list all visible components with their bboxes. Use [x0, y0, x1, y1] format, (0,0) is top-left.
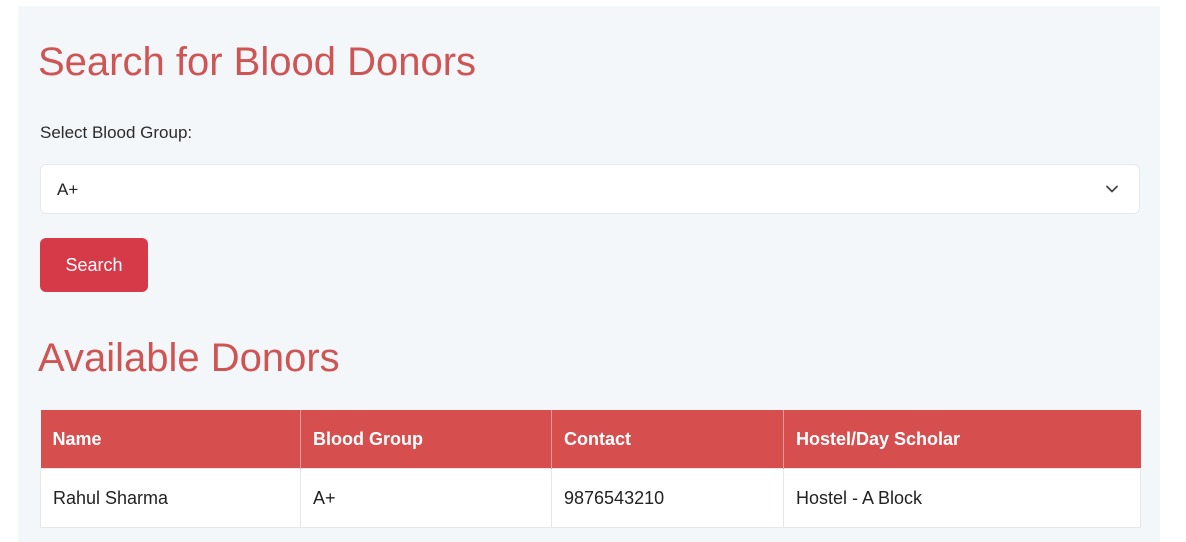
- cell-hostel: Hostel - A Block: [783, 468, 1141, 528]
- blood-group-label: Select Blood Group:: [40, 123, 193, 142]
- search-title: Search for Blood Donors: [38, 40, 477, 84]
- available-donors-title: Available Donors: [38, 336, 340, 380]
- table-header-row: Name Blood Group Contact Hostel/Day Scho…: [40, 410, 1141, 469]
- chevron-down-icon: [1106, 185, 1118, 193]
- column-header-name: Name: [40, 410, 301, 469]
- cell-contact: 9876543210: [551, 468, 784, 528]
- column-header-hostel: Hostel/Day Scholar: [783, 410, 1141, 469]
- blood-group-selected-value: A+: [57, 180, 79, 199]
- donors-table: Name Blood Group Contact Hostel/Day Scho…: [40, 410, 1141, 528]
- cell-blood-group: A+: [300, 468, 552, 528]
- table-row: Rahul Sharma A+ 9876543210 Hostel - A Bl…: [40, 468, 1141, 528]
- column-header-blood-group: Blood Group: [300, 410, 552, 469]
- search-button[interactable]: Search: [40, 238, 148, 292]
- blood-group-select[interactable]: A+: [40, 164, 1140, 214]
- column-header-contact: Contact: [551, 410, 784, 469]
- cell-name: Rahul Sharma: [40, 468, 301, 528]
